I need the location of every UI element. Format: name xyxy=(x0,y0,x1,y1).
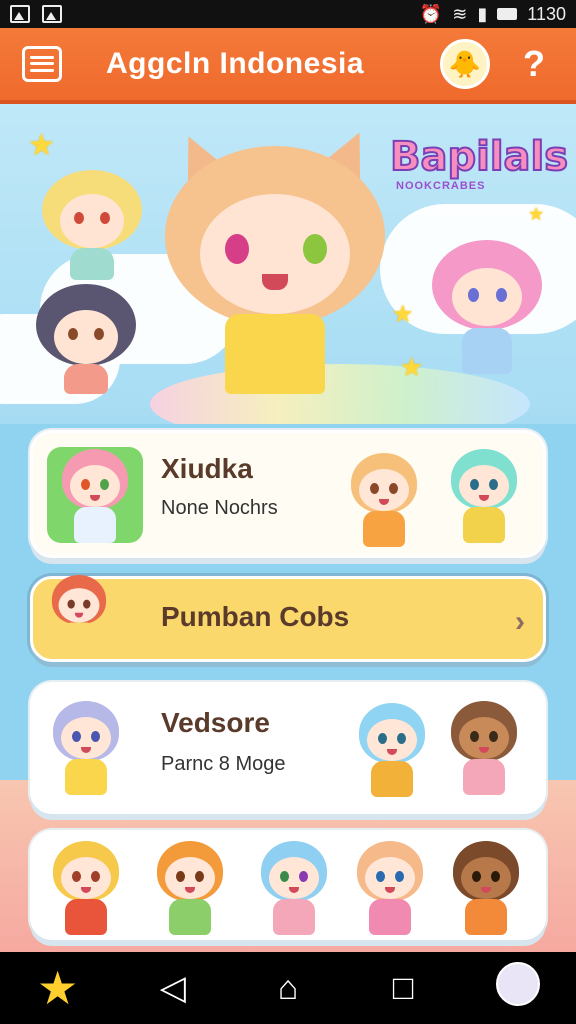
list-card-vedsore[interactable]: Vedsore Parnc 8 Moge xyxy=(30,682,546,814)
dark-haired-character xyxy=(36,284,136,394)
list-card-characters-row[interactable] xyxy=(30,830,546,940)
hero-banner: ★ ★ ★ ★ Bapilals NOOKCRABES xyxy=(0,104,576,424)
list-card-xiudka[interactable]: Xiudka None Nochrs xyxy=(30,430,546,558)
recents-icon[interactable]: □ xyxy=(368,969,438,1008)
card-title: Xiudka xyxy=(161,453,253,484)
star-icon: ★ xyxy=(400,352,424,382)
red-haired-character xyxy=(47,575,111,654)
mascot-avatar-icon[interactable]: 🐥 xyxy=(440,39,490,89)
pink-haired-character xyxy=(432,240,542,380)
orange-cat-character xyxy=(345,453,423,549)
card-title: Pumban Cobs xyxy=(161,601,350,632)
star-icon: ★ xyxy=(528,204,545,224)
star-icon: ★ xyxy=(28,129,55,162)
app-title: Aggcln Indonesia xyxy=(106,47,365,80)
card-subtitle: Parnc 8 Moge xyxy=(161,753,286,775)
app-bar: Aggcln Indonesia 🐥 ? xyxy=(0,28,576,104)
peach-cat-character xyxy=(351,841,429,937)
logo-title: Bapilals xyxy=(389,133,569,181)
profile-avatar-icon[interactable] xyxy=(496,961,541,1006)
signal-icon: ▮ xyxy=(477,3,488,24)
blonde-character xyxy=(47,841,125,937)
blue-haired-character xyxy=(255,841,333,937)
back-icon[interactable]: ◁ xyxy=(138,968,208,1008)
card-subtitle: None Nochrs xyxy=(161,497,278,519)
help-icon[interactable]: ? xyxy=(514,43,554,85)
status-time: 1130 xyxy=(527,3,566,24)
star-icon: ★ xyxy=(392,301,414,328)
main-character xyxy=(165,122,385,414)
orange-fox-character xyxy=(151,841,229,937)
card-title: Vedsore xyxy=(161,707,270,738)
pink-character-thumbnail xyxy=(56,449,134,543)
home-icon[interactable]: ⌂ xyxy=(253,969,323,1008)
brown-bear-character xyxy=(447,841,525,937)
brown-bear-character xyxy=(445,701,523,797)
logo-subtitle: NOOKCRABES xyxy=(396,180,486,192)
status-bar: ⏰ ≋ ▮ 1130 xyxy=(0,0,576,28)
gallery-notification-icon xyxy=(10,5,30,23)
system-navigation-bar: ★ ◁ ⌂ □ xyxy=(0,952,576,1024)
lavender-haired-character xyxy=(47,701,125,797)
wifi-icon: ≋ xyxy=(452,3,468,24)
teal-haired-character xyxy=(445,449,523,545)
blonde-character xyxy=(42,170,142,280)
image-notification-icon xyxy=(42,5,62,23)
battery-icon xyxy=(497,8,518,20)
list-card-pumban-cobs[interactable]: Pumban Cobs › xyxy=(30,575,546,662)
alarm-icon: ⏰ xyxy=(419,3,443,24)
chevron-right-icon[interactable]: › xyxy=(515,605,525,639)
home-star-icon[interactable]: ★ xyxy=(23,961,93,1015)
card-thumbnail xyxy=(47,447,143,543)
menu-icon[interactable] xyxy=(22,46,62,82)
blue-haired-character xyxy=(353,703,431,799)
